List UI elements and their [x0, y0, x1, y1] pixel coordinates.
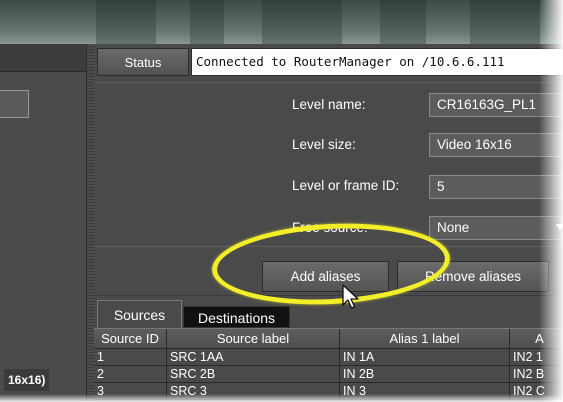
add-aliases-button[interactable]: Add aliases [262, 261, 389, 292]
left-panel-button[interactable] [0, 90, 29, 118]
chevron-down-icon[interactable] [556, 224, 563, 230]
level-size-label: Level size: [292, 137, 356, 152]
tab-destinations[interactable]: Destinations [183, 306, 290, 328]
free-source-value: None [437, 220, 470, 235]
level-config-panel: Status Connected to RouterManager on /10… [94, 44, 563, 402]
left-panel: 16x16) [0, 44, 86, 402]
level-id-label: Level or frame ID: [292, 178, 400, 193]
table-cell[interactable]: IN 1A [340, 349, 510, 366]
tab-sources[interactable]: Sources [97, 300, 182, 328]
status-message: Connected to RouterManager on /10.6.6.11… [191, 48, 563, 76]
level-id-field[interactable]: 5 [429, 175, 563, 199]
column-header-alias-2[interactable]: A [510, 329, 563, 349]
status-bar: Status Connected to RouterManager on /10… [94, 48, 563, 76]
table-cell[interactable]: 3 [94, 383, 167, 400]
status-button[interactable]: Status [97, 48, 189, 76]
level-name-label: Level name: [292, 97, 366, 112]
column-header-source-label[interactable]: Source label [167, 329, 340, 349]
table-cell[interactable]: IN 2B [340, 366, 510, 383]
table-cell[interactable]: SRC 2B [167, 366, 340, 383]
table-cell[interactable]: IN2 C [510, 383, 563, 400]
screenshot-stage: 16x16) Status Connected to RouterManager… [0, 0, 563, 402]
tab-bar: Sources Destinations [94, 300, 563, 328]
level-form: Level name: CR16163G_PL1 Level size: Vid… [94, 82, 563, 246]
table-cell[interactable]: IN 3 [340, 383, 510, 400]
level-size-field[interactable]: Video 16x16 [429, 133, 563, 157]
table-cell[interactable]: IN2 1 [510, 349, 563, 366]
free-source-label: Free source: [292, 220, 368, 235]
table-cell[interactable]: SRC 3 [167, 383, 340, 400]
column-header-alias-1-label[interactable]: Alias 1 label [340, 329, 510, 349]
sources-table: Source ID Source label Alias 1 label A 1… [94, 328, 563, 402]
table-cell[interactable]: 2 [94, 366, 167, 383]
top-banner-image [0, 0, 563, 44]
table-cell[interactable]: SRC 1AA [167, 349, 340, 366]
left-panel-level-tag: 16x16) [4, 369, 50, 391]
left-panel-header [0, 44, 86, 72]
free-source-select[interactable]: None [429, 216, 563, 240]
table-cell[interactable]: IN2 B [510, 366, 563, 383]
column-header-source-id[interactable]: Source ID [94, 329, 167, 349]
alias-buttons: Add aliases Remove aliases [94, 246, 563, 296]
level-name-field[interactable]: CR16163G_PL1 [429, 93, 563, 117]
table-cell[interactable]: 1 [94, 349, 167, 366]
remove-aliases-button[interactable]: Remove aliases [397, 261, 549, 292]
